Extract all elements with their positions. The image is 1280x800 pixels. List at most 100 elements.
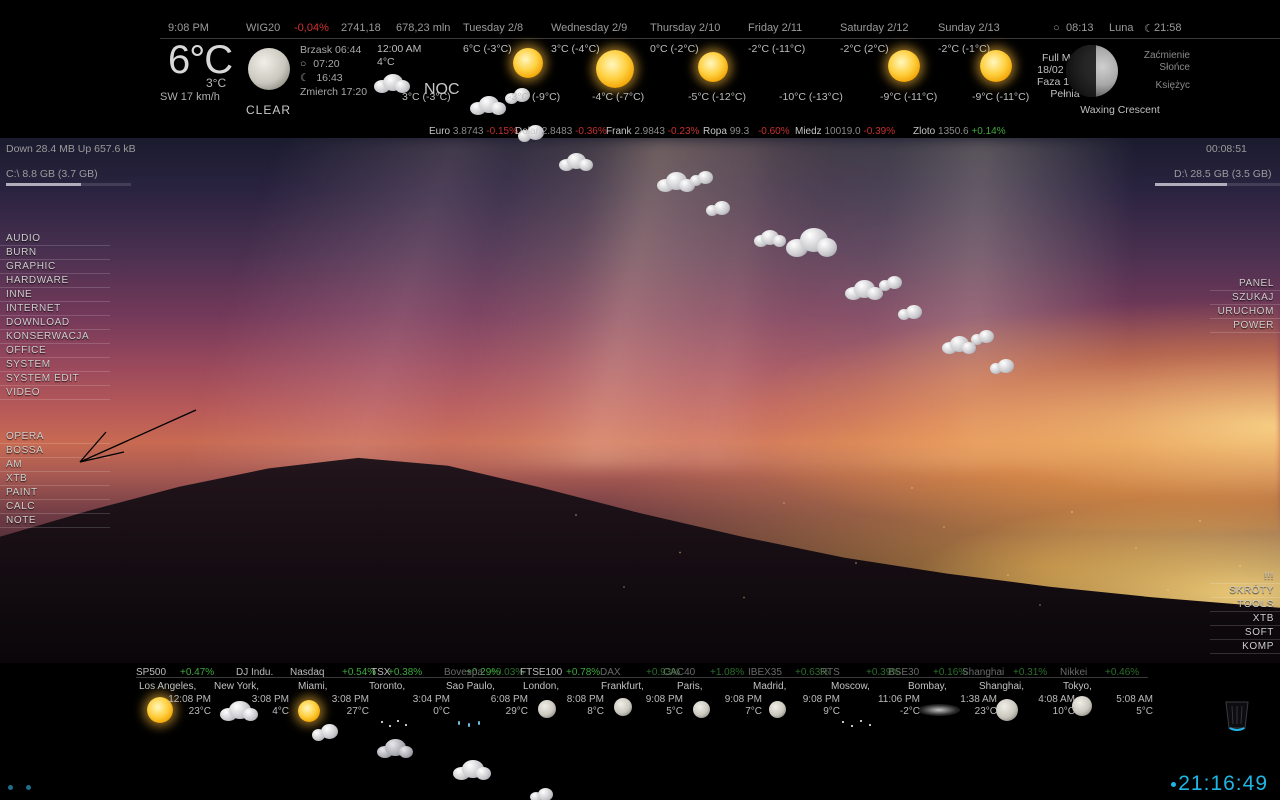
uptime-timer: 00:08:51: [1206, 143, 1247, 155]
eclipse-label: Zaćmienie: [1110, 50, 1190, 61]
menu-item-komp[interactable]: KOMP: [1210, 640, 1280, 654]
moon-phase-caption: Waxing Crescent: [1050, 104, 1190, 116]
currency-name-2: Frank: [606, 126, 632, 137]
snow-dot: [381, 721, 383, 723]
menu-item-power[interactable]: POWER: [1210, 319, 1280, 333]
forecast-icon-hi-1: [557, 151, 595, 172]
city-icon-miami-cloud: [312, 724, 344, 742]
currency-item-0: Euro 3.8743 -0.15%: [429, 126, 518, 137]
currency-change-2: -0.23%: [668, 126, 700, 137]
city-icon-shanghai-moon: [996, 699, 1018, 721]
header-index-volume: 678,23 mln: [396, 22, 450, 34]
currency-value-0: 3.8743: [453, 126, 484, 137]
snow-dot: [869, 724, 871, 726]
menu-item-xtb[interactable]: XTB: [0, 472, 110, 486]
currency-item-1: Dolar 2.8483 -0.36%: [515, 126, 607, 137]
bottom-dock: SP500+0.47%DJ Indu.+0.54%Nasdaq+0.38%TSX…: [0, 663, 1280, 800]
header-divider: [160, 38, 1280, 39]
currency-name-0: Euro: [429, 126, 450, 137]
menu-item-system[interactable]: SYSTEM: [0, 358, 110, 372]
menu-item-paint[interactable]: PAINT: [0, 486, 110, 500]
forecast-lo-3: -10°C (-13°C): [779, 91, 843, 103]
currency-item-4: Miedz 10019.0 -0.39%: [795, 126, 895, 137]
forecast-lo-4: -9°C (-11°C): [880, 91, 937, 103]
menu-item-audio[interactable]: AUDIO: [0, 232, 110, 246]
trash-bin-icon[interactable]: [1222, 698, 1252, 732]
menu-item-hardware[interactable]: HARDWARE: [0, 274, 110, 288]
menu-item-soft[interactable]: SOFT: [1210, 626, 1280, 640]
currency-ticker: Euro 3.8743 -0.15% Dolar 2.8483 -0.36% F…: [0, 126, 1280, 138]
currency-item-3: Ropa 99.3 -0.60%: [703, 126, 790, 137]
menu-item-uruchom[interactable]: URUCHOM: [1210, 305, 1280, 319]
current-low-temperature: 3°C: [206, 76, 226, 90]
city-icon-tokyo-moon: [1072, 696, 1092, 716]
forecast-icon-lo-5-cloud-top: [971, 330, 999, 346]
wallpaper-city-lights: [480, 470, 1280, 620]
currency-item-2: Frank 2.9843 -0.23%: [606, 126, 699, 137]
left-menu-categories[interactable]: AUDIOBURNGRAPHICHARDWAREINNEINTERNETDOWN…: [0, 232, 110, 400]
menu-item-burn[interactable]: BURN: [0, 246, 110, 260]
city-icon-london-cloud: [530, 788, 558, 800]
city-icon-new-york: [218, 700, 260, 722]
menu-item-panel[interactable]: PANEL: [1210, 277, 1280, 291]
forecast-icon-lo-5-cloud-bottom: [990, 359, 1020, 376]
currency-change-4: -0.39%: [863, 126, 895, 137]
network-stats: Down 28.4 MB Up 657.6 kB: [6, 143, 136, 155]
header-time: 9:08 PM: [168, 22, 209, 34]
rain-drop: [468, 723, 470, 727]
city-icon-bombay-haze: [918, 704, 960, 716]
city-icon-paris-moon: [693, 701, 710, 718]
right-menu-system[interactable]: PANELSZUKAJURUCHOMPOWER: [1210, 277, 1280, 333]
taskbar-clock: 21:16:49: [1178, 772, 1268, 796]
forecast-header-day-3: Friday 2/11: [748, 22, 802, 34]
currency-name-3: Ropa: [703, 126, 727, 137]
menu-item-tools[interactable]: TOOLS: [1210, 598, 1280, 612]
menu-item-calc[interactable]: CALC: [0, 500, 110, 514]
currency-value-4: 10019.0: [824, 126, 860, 137]
forecast-icon-hi-0: [468, 94, 508, 116]
forecast-icon-lo-4-cloud-bottom: [898, 305, 928, 322]
sunrise-circle-icon: ○: [1053, 22, 1060, 34]
weather-panel: 9:08 PM WIG20 -0,04% 2741,18 678,23 mln …: [0, 0, 1280, 138]
forecast-lo-2: -5°C (-12°C): [688, 91, 746, 103]
forecast-hi-4: -2°C (2°C): [840, 43, 889, 55]
mouse-cursor-arrow: [76, 408, 198, 470]
header-sunrise-time: 08:13: [1066, 22, 1094, 34]
forecast-icon-lo-1-sun: [596, 50, 634, 88]
menu-item-skr-ty[interactable]: SKRÓTY: [1210, 584, 1280, 598]
forecast-header-day-1: Wednesday 2/9: [551, 22, 627, 34]
forecast-icon-lo-0-sun: [513, 48, 543, 78]
menu-item-office[interactable]: OFFICE: [0, 344, 110, 358]
menu-item-video[interactable]: VIDEO: [0, 386, 110, 400]
night-temp-range: 3°C (-3°C): [402, 91, 451, 103]
city-icon-madrid-moon: [769, 701, 786, 718]
moon-label-side: Księżyc: [1110, 80, 1190, 91]
forecast-header-day-2: Thursday 2/10: [650, 22, 720, 34]
sunrise-value: 07:20: [313, 58, 339, 70]
snow-dot: [389, 725, 391, 727]
currency-name-1: Dolar: [515, 126, 539, 137]
menu-item-[interactable]: !!!: [1210, 570, 1280, 584]
menu-item-note[interactable]: NOTE: [0, 514, 110, 528]
right-menu-shortcuts[interactable]: !!!SKRÓTYTOOLSXTBSOFTKOMP: [1210, 570, 1280, 654]
menu-item-inne[interactable]: INNE: [0, 288, 110, 302]
menu-item-internet[interactable]: INTERNET: [0, 302, 110, 316]
dusk-label: Zmierch 17:20: [300, 85, 367, 99]
header-index-change: -0,04%: [294, 22, 329, 34]
menu-item-graphic[interactable]: GRAPHIC: [0, 260, 110, 274]
snow-dot: [397, 720, 399, 722]
forecast-hi-2: 0°C (-2°C): [650, 43, 699, 55]
forecast-header-day-4: Saturday 2/12: [840, 22, 909, 34]
city-icon-miami-sun: [298, 700, 320, 722]
city-icon-toronto: [375, 738, 415, 759]
currency-change-0: -0.15%: [486, 126, 518, 137]
moon-crescent-icon: ☾: [1144, 22, 1154, 35]
menu-item-szukaj[interactable]: SZUKAJ: [1210, 291, 1280, 305]
menu-item-download[interactable]: DOWNLOAD: [0, 316, 110, 330]
menu-item-xtb[interactable]: XTB: [1210, 612, 1280, 626]
currency-value-1: 2.8483: [542, 126, 573, 137]
sunrise-row: ○ 07:20: [300, 57, 367, 71]
menu-item-konserwacja[interactable]: KONSERWACJA: [0, 330, 110, 344]
menu-item-system-edit[interactable]: SYSTEM EDIT: [0, 372, 110, 386]
snow-dot: [842, 721, 844, 723]
